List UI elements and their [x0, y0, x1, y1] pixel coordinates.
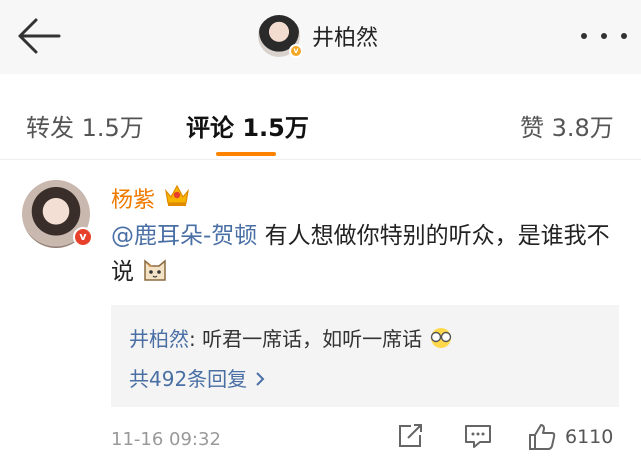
arrow-left-icon: [18, 18, 61, 54]
tab-reposts[interactable]: 转发 1.5万: [26, 108, 144, 143]
tab-comments[interactable]: 评论 1.5万: [186, 108, 309, 143]
verified-badge-icon: v: [73, 227, 93, 247]
view-replies-link[interactable]: 共492条回复: [129, 363, 266, 392]
cat-face-emoji-icon: [144, 259, 167, 281]
chevron-right-icon: [255, 372, 264, 386]
active-tab-indicator: [216, 152, 276, 156]
crown-badge-icon: [165, 184, 189, 206]
reply-username[interactable]: 井柏然: [129, 327, 189, 351]
like-count: 6110: [565, 426, 614, 448]
thumbs-up-icon: [529, 424, 556, 450]
reply-line: 井柏然: 听君一席话，如听一席话: [129, 323, 454, 352]
reply-separator: :: [189, 327, 203, 351]
mention-link[interactable]: @鹿耳朵-贺顿: [111, 223, 257, 249]
comment-icon[interactable]: [463, 422, 493, 450]
commenter-avatar[interactable]: v: [22, 180, 93, 248]
comment-item: v 杨紫 @鹿耳朵-贺顿 有人想做你特别的听众，是谁我不说 井柏然: 听君一席话…: [0, 160, 641, 471]
glasses-emoji-icon: [431, 328, 452, 348]
reply-preview[interactable]: 井柏然: 听君一席话，如听一席话 共492条回复: [111, 305, 619, 407]
page-title[interactable]: 井柏然: [312, 20, 378, 52]
post-author-header[interactable]: v 井柏然: [258, 13, 378, 59]
comment-time: 11-16 09:32: [111, 429, 221, 450]
top-navigation-bar: v 井柏然: [0, 0, 641, 74]
verified-badge-icon: v: [289, 44, 303, 58]
view-replies-label: 共492条回复: [129, 367, 254, 391]
commenter-name[interactable]: 杨紫: [111, 182, 155, 214]
comment-text: @鹿耳朵-贺顿 有人想做你特别的听众，是谁我不说: [111, 218, 631, 290]
reply-text: 听君一席话，如听一席话: [202, 327, 423, 351]
tab-bar: 转发 1.5万 评论 1.5万 赞 3.8万: [0, 74, 641, 160]
author-avatar[interactable]: v: [258, 15, 303, 58]
like-button[interactable]: 6110: [527, 422, 613, 452]
more-dots-icon[interactable]: [581, 26, 627, 46]
share-icon[interactable]: [396, 422, 424, 450]
tab-likes[interactable]: 赞 3.8万: [520, 108, 614, 143]
back-button[interactable]: [12, 14, 64, 58]
